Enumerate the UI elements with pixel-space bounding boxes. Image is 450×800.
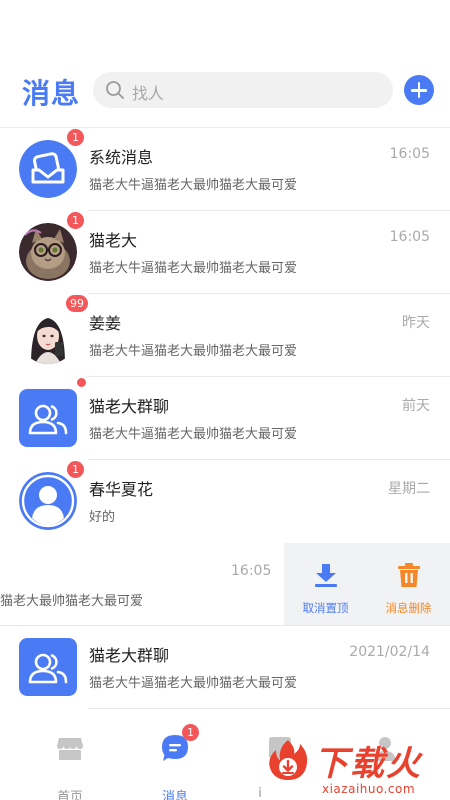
conversation-item-system[interactable]: 1 系统消息 16:05 猫老大牛逼猫老大最帅猫老大最可爱 (0, 128, 450, 211)
tab-messages[interactable]: 1 消息 (130, 724, 220, 800)
conversation-time: 昨天 (402, 315, 430, 331)
conversation-time: 16:05 (231, 563, 272, 579)
conversation-time: 16:05 (389, 229, 430, 245)
unpin-button[interactable]: 取消置顶 (284, 543, 367, 626)
unread-badge: 1 (67, 461, 84, 478)
conversation-item-group[interactable]: 猫老大群聊 前天 猫老大牛逼猫老大最帅猫老大最可爱 (0, 377, 450, 460)
group-icon (19, 638, 77, 696)
delete-label: 消息删除 (385, 601, 432, 615)
unread-dot (77, 378, 86, 387)
search-icon (106, 81, 124, 99)
conversation-name: 姜姜 (89, 314, 122, 333)
conversation-item-swiped[interactable]: 16:05 猫老大最帅猫老大最可爱 取消置顶 消息删除 (0, 543, 450, 626)
conversation-time: 2021/02/14 (349, 644, 430, 660)
conversation-time: 星期二 (388, 481, 430, 497)
conversation-name: 春华夏花 (89, 480, 154, 499)
tab-home-label: 首页 (56, 790, 83, 800)
system-message-icon (19, 140, 77, 198)
search-placeholder: 找人 (132, 84, 165, 103)
conversation-preview: 猫老大最帅猫老大最可爱 (0, 594, 144, 609)
conversation-time: 前天 (402, 398, 430, 414)
conversation-name: 猫老大群聊 (89, 397, 170, 416)
unread-badge: 1 (67, 212, 84, 229)
conversation-list: 1 系统消息 16:05 猫老大牛逼猫老大最帅猫老大最可爱 1 猫老大 16:0… (0, 128, 450, 709)
conversation-time: 16:05 (389, 146, 430, 162)
trash-icon (398, 563, 420, 587)
conversation-item-group-2[interactable]: 猫老大群聊 2021/02/14 猫老大牛逼猫老大最帅猫老大最可爱 (0, 626, 450, 709)
watermark: 下载火 xiazaihuo.com (262, 736, 450, 800)
conversation-item-jiangjiang[interactable]: 99 姜姜 昨天 猫老大牛逼猫老大最帅猫老大最可爱 (0, 294, 450, 377)
conversation-preview: 猫老大牛逼猫老大最帅猫老大最可爱 (89, 344, 298, 359)
cat-avatar (19, 223, 77, 281)
conversation-item-chunhua[interactable]: 1 春华夏花 星期二 好的 (0, 460, 450, 543)
conversation-preview: 好的 (89, 510, 116, 525)
swiped-content[interactable]: 16:05 猫老大最帅猫老大最可爱 (0, 543, 284, 626)
tab-home[interactable]: 首页 (25, 734, 115, 800)
flame-logo-icon (269, 740, 308, 780)
tab-messages-label: 消息 (161, 790, 188, 800)
watermark-text: 下载火 (314, 744, 422, 784)
delete-button[interactable]: 消息删除 (367, 543, 450, 626)
conversation-preview: 猫老大牛逼猫老大最帅猫老大最可爱 (89, 178, 298, 193)
store-icon (57, 738, 83, 760)
watermark-url: xiazaihuo.com (322, 782, 416, 796)
girl-avatar (19, 306, 77, 364)
conversation-name: 系统消息 (89, 148, 154, 167)
unpin-icon (315, 564, 337, 587)
add-button[interactable] (404, 75, 434, 105)
unread-badge: 1 (67, 129, 84, 146)
conversation-preview: 猫老大牛逼猫老大最帅猫老大最可爱 (89, 261, 298, 276)
row-divider (88, 708, 450, 709)
tab-messages-badge: 1 (182, 724, 199, 741)
unpin-label: 取消置顶 (302, 601, 349, 615)
conversation-preview: 猫老大牛逼猫老大最帅猫老大最可爱 (89, 676, 298, 691)
group-icon (19, 389, 77, 447)
conversation-name: 猫老大群聊 (89, 646, 170, 665)
header: 消息 找人 (0, 68, 450, 114)
search-bar[interactable]: 找人 (93, 72, 393, 108)
unread-badge: 99 (66, 295, 88, 312)
user-icon (19, 472, 77, 530)
page-title: 消息 (22, 77, 81, 110)
conversation-preview: 猫老大牛逼猫老大最帅猫老大最可爱 (89, 427, 298, 442)
conversation-item-cat-boss[interactable]: 1 猫老大 16:05 猫老大牛逼猫老大最帅猫老大最可爱 (0, 211, 450, 294)
conversation-name: 猫老大 (89, 231, 138, 250)
